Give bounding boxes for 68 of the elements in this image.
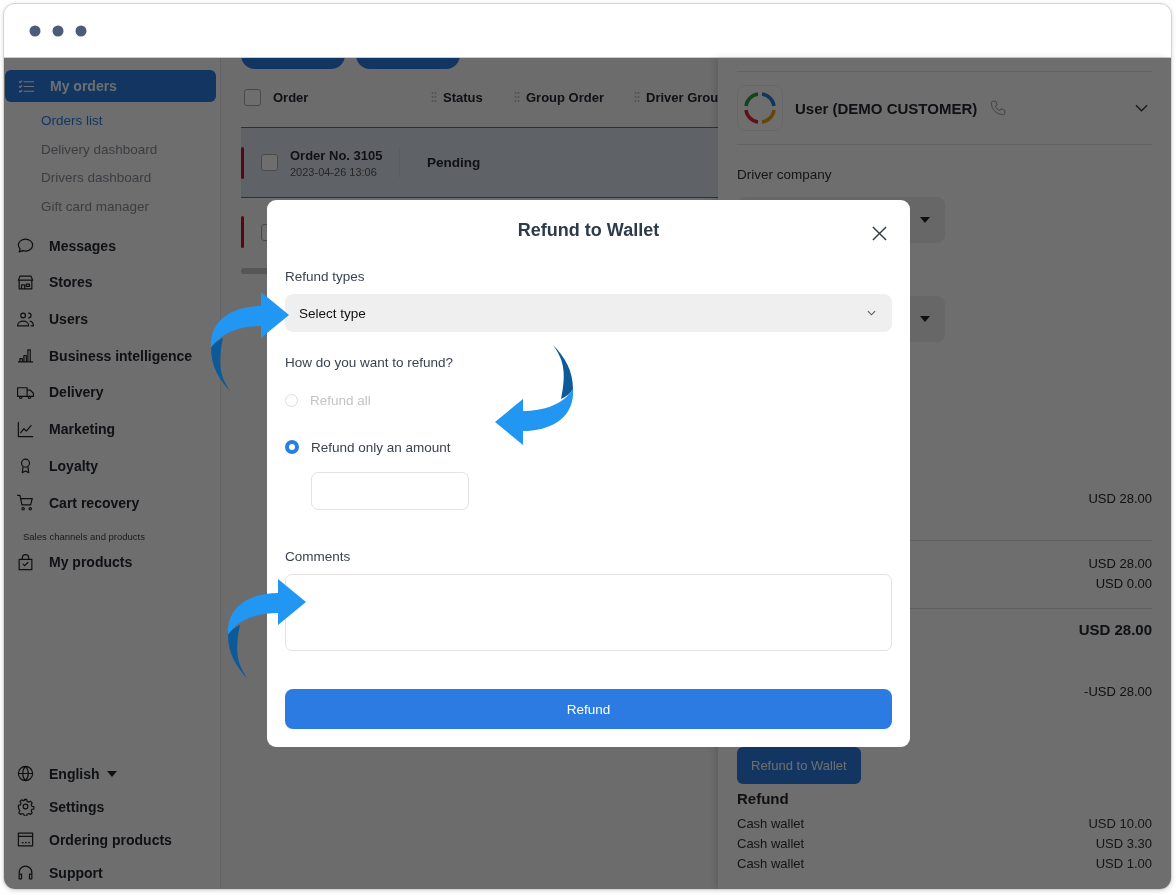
- amount: -USD 28.00: [1084, 684, 1152, 699]
- option-label[interactable]: Refund only an amount: [311, 439, 451, 455]
- sidebar-item[interactable]: English: [4, 757, 220, 790]
- section-label: Sales channels and products: [22, 529, 146, 544]
- refund-to-wallet-button[interactable]: Refund to Wallet: [737, 747, 861, 784]
- sidebar-item[interactable]: Ordering products: [4, 823, 220, 856]
- caret-icon: [920, 217, 930, 223]
- sidebar-item[interactable]: Users: [4, 300, 96, 338]
- amount: USD 1.00: [1095, 855, 1152, 871]
- question-label: How do you want to refund?: [285, 354, 455, 372]
- amount: USD 3.30: [1095, 835, 1152, 851]
- type-select[interactable]: Select type: [285, 294, 892, 332]
- column-header[interactable]: Status: [443, 89, 483, 105]
- amount-field[interactable]: [311, 472, 469, 510]
- status-bar-marker: [241, 146, 244, 179]
- refund-button[interactable]: Refund: [285, 689, 892, 729]
- sidebar-item[interactable]: Business intelligence: [4, 337, 201, 375]
- amount: USD 28.00: [1088, 491, 1152, 506]
- field-label: Refund types: [285, 268, 366, 286]
- headset-icon: [16, 863, 35, 882]
- line-chart-icon: [16, 419, 35, 439]
- sidebar-item[interactable]: Marketing: [4, 410, 124, 448]
- sidebar-item[interactable]: Settings: [4, 790, 220, 823]
- sidebar-subitem[interactable]: Orders list: [4, 107, 220, 136]
- sidebar-item[interactable]: Loyalty: [4, 447, 106, 485]
- browser-window-icon: [16, 830, 35, 849]
- sidebar-item[interactable]: My orders: [5, 70, 216, 102]
- table-row[interactable]: Order No. 3105 2023-04-26 13:06 Pending: [241, 128, 718, 198]
- sidebar-item[interactable]: My products: [4, 543, 141, 581]
- order-number: Order No. 3105: [290, 147, 384, 163]
- amount: USD 28.00: [1078, 621, 1152, 638]
- shopping-bag-icon: [16, 552, 35, 572]
- sidebar-item[interactable]: Support: [4, 856, 220, 889]
- radio-button[interactable]: [285, 440, 299, 454]
- caret-icon: [920, 316, 930, 322]
- column-header[interactable]: Driver Grou: [646, 89, 718, 105]
- section-title: Refund: [737, 790, 790, 807]
- cart-icon: [16, 493, 35, 513]
- ring-logo-icon: [737, 85, 783, 131]
- window-dots-icon: [29, 24, 87, 37]
- globe-icon: [16, 764, 35, 783]
- checkbox[interactable]: [244, 88, 261, 106]
- sidebar-item[interactable]: Stores: [4, 264, 101, 301]
- field-label: Driver company: [737, 167, 833, 182]
- column-header[interactable]: Group Order: [526, 89, 604, 105]
- payment-method: Cash wallet: [737, 815, 805, 831]
- chevron-icon: [867, 310, 876, 316]
- checkbox[interactable]: [261, 154, 278, 171]
- phone-icon[interactable]: [989, 99, 1008, 117]
- amount: USD 10.00: [1088, 815, 1152, 831]
- sidebar-item[interactable]: Cart recovery: [4, 484, 148, 521]
- amount: USD 0.00: [1095, 576, 1152, 591]
- field-label: Comments: [285, 548, 352, 566]
- column-header[interactable]: Order: [273, 89, 309, 105]
- comments-field[interactable]: [285, 574, 892, 651]
- sidebar-item[interactable]: Messages: [4, 227, 124, 265]
- amount: USD 28.00: [1088, 556, 1152, 571]
- order-date: 2023-04-26 13:06: [290, 165, 378, 178]
- chevron-icon[interactable]: [1135, 104, 1148, 112]
- customer-name: User (DEMO CUSTOMER): [795, 99, 978, 117]
- payment-method: Cash wallet: [737, 835, 805, 851]
- settings-icon: [16, 797, 35, 816]
- payment-method: Cash wallet: [737, 855, 805, 871]
- dialog-title: Refund to Wallet: [517, 219, 660, 241]
- status-bar-marker: [241, 216, 244, 248]
- order-status: Pending: [427, 155, 481, 170]
- sidebar-item[interactable]: Delivery: [4, 374, 112, 411]
- close-icon[interactable]: [872, 226, 887, 241]
